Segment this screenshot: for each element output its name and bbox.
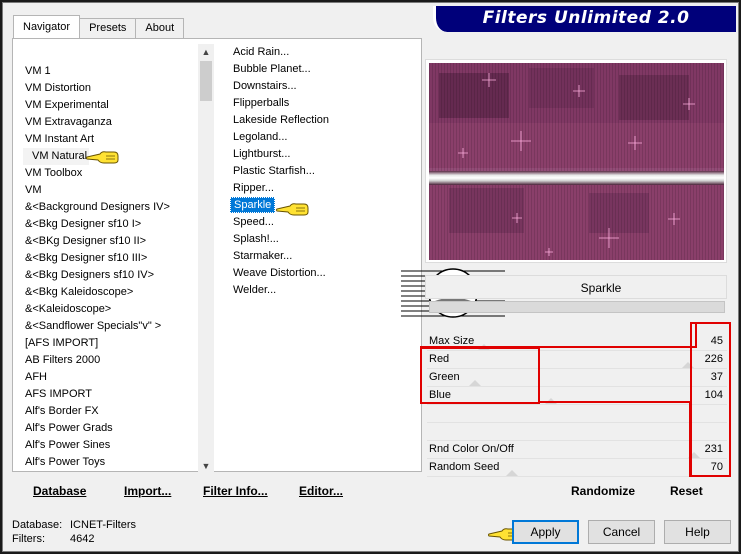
filter-item-label: Ripper... bbox=[233, 182, 274, 194]
pointing-hand-icon bbox=[276, 203, 309, 216]
category-item[interactable]: VM 1 bbox=[18, 63, 198, 80]
preview-frame bbox=[425, 59, 727, 263]
filter-item[interactable]: Lightburst... bbox=[229, 146, 424, 163]
filter-item-label: Bubble Planet... bbox=[233, 63, 311, 75]
category-item[interactable]: Alf's Power Grads bbox=[18, 420, 198, 437]
filter-item[interactable]: Downstairs... bbox=[229, 78, 424, 95]
status-database-value: ICNET-Filters bbox=[70, 519, 136, 531]
category-item[interactable]: AB Filters 2000 bbox=[18, 352, 198, 369]
category-item[interactable]: &<Bkg Designer sf10 III> bbox=[18, 250, 198, 267]
category-item[interactable]: &<Background Designers IV> bbox=[18, 199, 198, 216]
category-item[interactable]: AFH bbox=[18, 369, 198, 386]
category-item[interactable]: VM Toolbox bbox=[18, 165, 198, 182]
randomize-button[interactable]: Randomize bbox=[571, 484, 635, 498]
filter-button-bar: Randomize Reset bbox=[427, 480, 731, 504]
category-item[interactable]: VM bbox=[18, 182, 198, 199]
category-item[interactable]: &<BKg Designer sf10 II> bbox=[18, 233, 198, 250]
category-item[interactable]: VM Natural bbox=[23, 148, 89, 165]
filter-item-label: Plastic Starfish... bbox=[233, 165, 315, 177]
filter-item[interactable]: Bubble Planet... bbox=[229, 61, 424, 78]
category-item[interactable]: &<Bkg Designer sf10 I> bbox=[18, 216, 198, 233]
filter-item[interactable]: Splash!... bbox=[229, 231, 424, 248]
filter-item[interactable]: Legoland... bbox=[229, 129, 424, 146]
filter-item[interactable]: Flipperballs bbox=[229, 95, 424, 112]
filter-item-label: Lightburst... bbox=[233, 148, 291, 160]
category-item[interactable]: [AFS IMPORT] bbox=[18, 335, 198, 352]
category-item[interactable]: VM Instant Art bbox=[18, 131, 198, 148]
filter-item-label: Starmaker... bbox=[233, 250, 293, 262]
status-database-label: Database: bbox=[12, 519, 63, 531]
status-database: Database: ICNET-Filters bbox=[12, 519, 136, 531]
filter-item[interactable]: Acid Rain... bbox=[229, 44, 424, 61]
filter-item-label: Lakeside Reflection bbox=[233, 114, 330, 126]
category-item[interactable]: VM Extravaganza bbox=[18, 114, 198, 131]
category-item[interactable]: Alf's Power Sines bbox=[18, 437, 198, 454]
filter-item[interactable]: Plastic Starfish... bbox=[229, 163, 424, 180]
category-item[interactable]: VM Distortion bbox=[18, 80, 198, 97]
filter-item-label: Flipperballs bbox=[233, 97, 290, 109]
help-button[interactable]: Help bbox=[664, 520, 731, 544]
filter-item-label: Weave Distortion... bbox=[233, 267, 326, 279]
apply-button[interactable]: Apply bbox=[512, 520, 579, 544]
tab-presets[interactable]: Presets bbox=[79, 18, 137, 38]
category-scrollbar[interactable]: ▲ ▼ bbox=[198, 44, 214, 474]
scroll-up-arrow-icon[interactable]: ▲ bbox=[198, 44, 214, 60]
preview-image[interactable] bbox=[429, 63, 724, 260]
filter-item[interactable]: Welder... bbox=[229, 282, 424, 299]
tab-navigator[interactable]: Navigator bbox=[13, 15, 81, 38]
filter-item[interactable]: Sparkle bbox=[229, 197, 424, 214]
highlight-connector-lines bbox=[420, 322, 697, 477]
scroll-down-arrow-icon[interactable]: ▼ bbox=[198, 458, 214, 474]
status-filters: Filters: 4642 bbox=[12, 533, 94, 545]
import-button[interactable]: Import... bbox=[124, 484, 171, 498]
filter-horizontal-bar bbox=[429, 301, 725, 313]
status-filters-label: Filters: bbox=[12, 533, 45, 545]
tab-bar: Navigator Presets About bbox=[13, 15, 185, 38]
filter-name-text: Sparkle bbox=[580, 281, 622, 295]
category-item[interactable]: &<Kaleidoscope> bbox=[18, 301, 198, 318]
category-item[interactable]: AFS IMPORT bbox=[18, 386, 198, 403]
filter-item-label: Legoland... bbox=[233, 131, 288, 143]
pointing-hand-icon bbox=[86, 151, 119, 164]
cancel-button[interactable]: Cancel bbox=[588, 520, 655, 544]
navigator-button-bar: Database Import... Filter Info... Editor… bbox=[18, 480, 418, 504]
category-item[interactable]: &<Sandflower Specials"v" > bbox=[18, 318, 198, 335]
category-item[interactable]: &<Bkg Designers sf10 IV> bbox=[18, 267, 198, 284]
filter-item[interactable]: Starmaker... bbox=[229, 248, 424, 265]
category-item[interactable]: Alf's Power Toys bbox=[18, 454, 198, 471]
filter-item-label: Speed... bbox=[233, 216, 274, 228]
category-item[interactable]: &<Bkg Kaleidoscope> bbox=[18, 284, 198, 301]
category-list[interactable]: VM 1 VM Distortion VM Experimental VM Extra… bbox=[18, 46, 198, 471]
category-item[interactable] bbox=[18, 46, 198, 63]
scrollbar-thumb[interactable] bbox=[200, 61, 212, 101]
filter-item-label: Sparkle bbox=[230, 197, 276, 213]
filter-item-label: Welder... bbox=[233, 284, 277, 296]
tab-about[interactable]: About bbox=[135, 18, 185, 38]
category-item[interactable]: Alf's Border FX bbox=[18, 403, 198, 420]
database-button[interactable]: Database bbox=[33, 484, 86, 498]
title-band: Filters Unlimited 2.0 bbox=[433, 6, 736, 32]
filter-name-label: Sparkle bbox=[425, 275, 727, 299]
filter-item-label: Splash!... bbox=[233, 233, 279, 245]
filter-item-label: Downstairs... bbox=[233, 80, 297, 92]
filter-item[interactable]: Speed... bbox=[229, 214, 424, 231]
category-item[interactable]: VM Experimental bbox=[18, 97, 198, 114]
filter-item[interactable]: Weave Distortion... bbox=[229, 265, 424, 282]
filter-item-label: Acid Rain... bbox=[233, 46, 290, 58]
reset-button[interactable]: Reset bbox=[670, 484, 703, 498]
editor-button[interactable]: Editor... bbox=[299, 484, 343, 498]
status-filters-value: 4642 bbox=[70, 533, 95, 545]
filter-item[interactable]: Lakeside Reflection bbox=[229, 112, 424, 129]
filter-item[interactable]: Ripper... bbox=[229, 180, 424, 197]
filter-list[interactable]: Acid Rain... Bubble Planet... Downstairs..… bbox=[229, 44, 424, 469]
window-title: Filters Unlimited 2.0 bbox=[482, 8, 690, 28]
filter-info-button[interactable]: Filter Info... bbox=[203, 484, 268, 498]
